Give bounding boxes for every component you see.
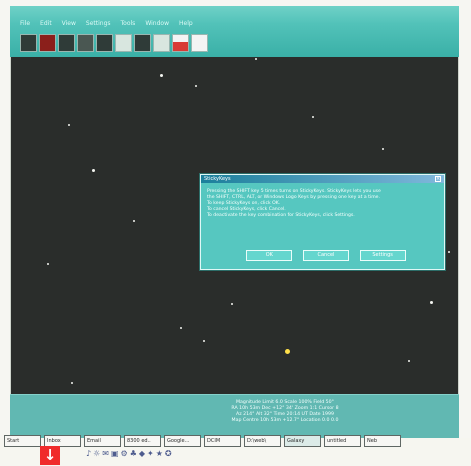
star-5 bbox=[92, 169, 95, 172]
sticky-keys-dialog: StickyKeys × Pressing the SHIFT key 5 ti… bbox=[200, 174, 445, 270]
galaxy-icon[interactable] bbox=[115, 34, 132, 52]
comet-icon[interactable] bbox=[134, 34, 151, 52]
bright-yellow-star bbox=[285, 349, 290, 354]
taskbar-buttons: Start Inbox Email 8300 ed.. Google... DC… bbox=[0, 434, 471, 448]
dialog-buttons: OK Cancel Settings bbox=[241, 250, 411, 262]
constellation-icon[interactable] bbox=[77, 34, 94, 52]
menu-help[interactable]: Help bbox=[179, 20, 193, 27]
star-8 bbox=[133, 220, 135, 222]
dialog-line-6: To deactivate the key combination for St… bbox=[207, 213, 355, 218]
flag-icon[interactable] bbox=[172, 34, 189, 52]
planet-icon[interactable] bbox=[20, 34, 37, 52]
dialog-title: StickyKeys bbox=[201, 175, 444, 183]
menu-file[interactable]: File bbox=[20, 20, 30, 27]
star-13 bbox=[180, 327, 182, 329]
star-16 bbox=[448, 251, 450, 253]
star-3 bbox=[255, 58, 257, 60]
star-7 bbox=[382, 148, 384, 150]
taskbar-web[interactable]: D:\web\ bbox=[244, 435, 281, 447]
status-line-4: Map Centre 10h 53m +12.7° Location 0.0 0… bbox=[231, 418, 339, 423]
menu-window[interactable]: Window bbox=[145, 20, 169, 27]
star-4 bbox=[68, 124, 70, 126]
menu-view[interactable]: View bbox=[62, 20, 76, 27]
tool-strip bbox=[20, 32, 240, 54]
menu-tools[interactable]: Tools bbox=[121, 20, 136, 27]
taskbar-untitled[interactable]: untitled bbox=[324, 435, 361, 447]
close-icon[interactable]: × bbox=[435, 176, 441, 182]
sun-icon[interactable] bbox=[153, 34, 170, 52]
cancel-button[interactable]: Cancel bbox=[302, 250, 349, 261]
star-10 bbox=[231, 303, 233, 305]
document-icon[interactable] bbox=[191, 34, 208, 52]
taskbar-email[interactable]: Email bbox=[84, 435, 121, 447]
taskbar-galaxy[interactable]: Galaxy bbox=[284, 435, 321, 447]
star-14 bbox=[203, 340, 205, 342]
taskbar-dcim[interactable]: DCIM bbox=[204, 435, 241, 447]
star-9 bbox=[47, 263, 49, 265]
moon-icon[interactable] bbox=[39, 34, 56, 52]
ok-button[interactable]: OK bbox=[246, 250, 293, 261]
star-2 bbox=[195, 85, 197, 87]
taskbar-google[interactable]: Google... bbox=[164, 435, 201, 447]
start-button[interactable]: Start bbox=[4, 435, 41, 447]
photo-frame: File Edit View Settings Tools Window Hel… bbox=[0, 0, 471, 466]
download-arrow-icon: ↓ bbox=[40, 446, 60, 465]
star-12 bbox=[408, 360, 410, 362]
star-15 bbox=[71, 382, 73, 384]
settings-button[interactable]: Settings bbox=[359, 250, 406, 261]
sky-application-window: File Edit View Settings Tools Window Hel… bbox=[10, 6, 459, 438]
dialog-message: Pressing the SHIFT key 5 times turns on … bbox=[207, 189, 437, 233]
system-tray-icons[interactable]: ♪☼✉▣⚙♣◆✦★✪ bbox=[86, 449, 286, 461]
status-text: Magnitude Limit 6.0 Scale 100% Field 50°… bbox=[180, 400, 390, 434]
menu-bar: File Edit View Settings Tools Window Hel… bbox=[20, 18, 320, 28]
star-6 bbox=[312, 116, 314, 118]
taskbar-neb[interactable]: Neb bbox=[364, 435, 401, 447]
stars-icon[interactable] bbox=[58, 34, 75, 52]
taskbar-8300[interactable]: 8300 ed.. bbox=[124, 435, 161, 447]
telescope-icon[interactable] bbox=[96, 34, 113, 52]
star-11 bbox=[430, 301, 433, 304]
star-1 bbox=[160, 74, 163, 77]
menu-settings[interactable]: Settings bbox=[86, 20, 111, 27]
menu-edit[interactable]: Edit bbox=[40, 20, 52, 27]
